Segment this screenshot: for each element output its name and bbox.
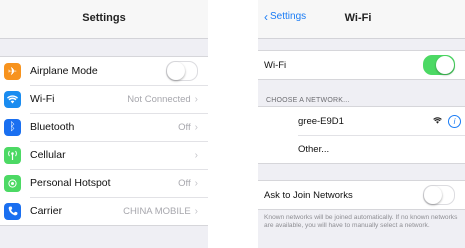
info-icon[interactable]: i — [448, 114, 461, 128]
wifi-icon — [4, 90, 21, 108]
settings-row-carrier[interactable]: Carrier CHINA MOBILE › — [0, 197, 208, 225]
settings-list: ✈ Airplane Mode Wi-Fi Not Connected › ᛒ … — [0, 56, 208, 226]
network-row-other[interactable]: Other... — [258, 135, 465, 163]
wifi-navbar: ‹ Settings Wi-Fi — [258, 0, 465, 39]
chevron-right-icon: › — [194, 205, 198, 217]
toggle-knob — [167, 62, 185, 80]
wifi-label: Wi-Fi — [264, 59, 287, 71]
cellular-icon — [4, 146, 21, 164]
wifi-screen: ‹ Settings Wi-Fi Wi-Fi CHOOSE A NETWORK.… — [258, 0, 465, 248]
row-label: Airplane Mode — [30, 65, 98, 77]
row-label: Wi-Fi — [30, 93, 55, 105]
settings-row-personal-hotspot[interactable]: Personal Hotspot Off › — [0, 169, 208, 197]
ask-to-join-label: Ask to Join Networks — [264, 189, 353, 201]
airplane-mode-toggle[interactable] — [166, 61, 198, 81]
toggle-knob — [424, 186, 442, 204]
network-name: Other... — [298, 143, 330, 155]
settings-screen: Settings ✈ Airplane Mode Wi-Fi Not Conne… — [0, 0, 208, 248]
back-label: Settings — [270, 11, 307, 22]
row-label: Bluetooth — [30, 121, 75, 133]
choose-network-header: CHOOSE A NETWORK... — [266, 97, 350, 104]
ask-join-group: Ask to Join Networks — [258, 180, 465, 210]
phone-icon — [4, 202, 21, 220]
hotspot-icon — [4, 174, 21, 192]
row-value: Not Connected — [127, 93, 191, 105]
settings-row-airplane-mode[interactable]: ✈ Airplane Mode — [0, 57, 208, 85]
wifi-signal-icon — [433, 116, 442, 126]
chevron-right-icon: › — [194, 121, 198, 133]
settings-row-wifi[interactable]: Wi-Fi Not Connected › — [0, 85, 208, 113]
chevron-left-icon: ‹ — [264, 9, 268, 24]
chevron-right-icon: › — [194, 177, 198, 189]
row-value: Off — [178, 177, 191, 189]
wifi-row[interactable]: Wi-Fi — [258, 51, 465, 79]
ask-to-join-row[interactable]: Ask to Join Networks — [258, 181, 465, 209]
chevron-right-icon: › — [194, 93, 198, 105]
settings-row-bluetooth[interactable]: ᛒ Bluetooth Off › — [0, 113, 208, 141]
settings-title: Settings — [82, 12, 126, 24]
row-label: Personal Hotspot — [30, 177, 111, 189]
wifi-title: Wi-Fi — [344, 12, 372, 24]
row-label: Cellular — [30, 149, 66, 161]
network-row[interactable]: gree-E9D1 i — [258, 107, 465, 135]
toggle-knob — [436, 56, 454, 74]
ask-to-join-toggle[interactable] — [423, 185, 455, 205]
network-name: gree-E9D1 — [298, 115, 344, 127]
ask-to-join-footer: Known networks will be joined automatica… — [264, 214, 458, 229]
back-button[interactable]: ‹ Settings — [264, 9, 307, 24]
bluetooth-icon: ᛒ — [4, 118, 21, 136]
wifi-toggle-group: Wi-Fi — [258, 50, 465, 80]
network-list: gree-E9D1 i Other... — [258, 106, 465, 164]
settings-navbar: Settings — [0, 0, 208, 39]
chevron-right-icon: › — [194, 149, 198, 161]
airplane-icon: ✈ — [4, 62, 21, 80]
settings-row-cellular[interactable]: Cellular › — [0, 141, 208, 169]
wifi-toggle[interactable] — [423, 55, 455, 75]
row-value: Off — [178, 121, 191, 133]
row-label: Carrier — [30, 205, 63, 217]
row-value: CHINA MOBILE — [123, 205, 191, 217]
